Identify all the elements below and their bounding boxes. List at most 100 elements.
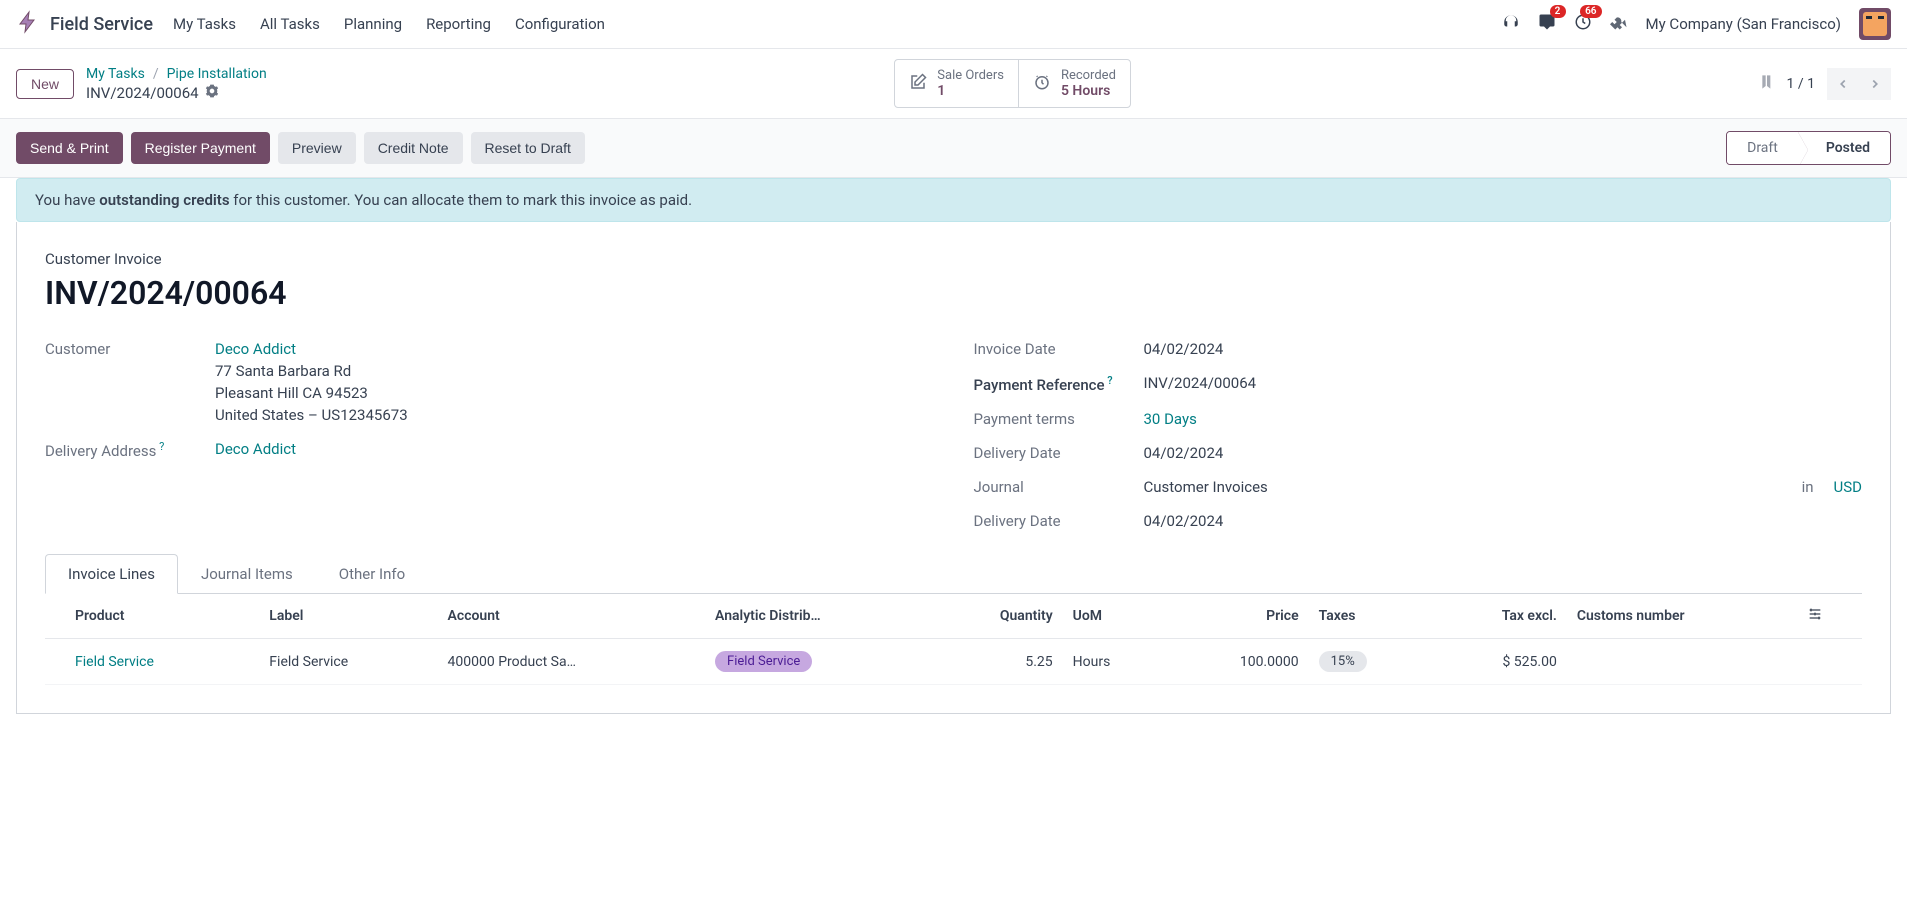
nav-configuration[interactable]: Configuration [515,15,605,33]
invoice-date-value: 04/02/2024 [1144,340,1863,358]
cell-price[interactable]: 100.0000 [1167,639,1309,685]
register-payment-button[interactable]: Register Payment [131,132,270,164]
pager-prev[interactable] [1827,68,1859,100]
headset-icon[interactable] [1502,13,1520,35]
nav-links: My Tasks All Tasks Planning Reporting Co… [173,15,605,33]
tab-invoice-lines[interactable]: Invoice Lines [45,554,178,594]
reset-draft-button[interactable]: Reset to Draft [471,132,585,164]
tab-journal-items[interactable]: Journal Items [178,554,316,594]
send-print-button[interactable]: Send & Print [16,132,123,164]
cell-quantity[interactable]: 5.25 [931,639,1062,685]
chat-icon[interactable]: 2 [1538,13,1556,35]
th-taxes[interactable]: Taxes [1309,594,1432,639]
journal-value: Customer Invoices [1144,478,1782,496]
cell-uom[interactable]: Hours [1063,639,1167,685]
stat-recorded-label: Recorded [1061,68,1116,83]
tools-icon[interactable] [1610,13,1628,35]
invoice-lines-table: Product Label Account Analytic Distrib… … [45,594,1862,685]
stat-sale-orders-value: 1 [937,83,1004,99]
th-price[interactable]: Price [1167,594,1309,639]
content-area: You have outstanding credits for this cu… [0,178,1907,730]
journal-currency[interactable]: USD [1834,478,1862,496]
action-bar: Send & Print Register Payment Preview Cr… [0,118,1907,178]
top-navbar: Field Service My Tasks All Tasks Plannin… [0,0,1907,49]
stat-recorded-value: 5 Hours [1061,83,1116,99]
status-posted[interactable]: Posted [1798,132,1890,164]
customer-link[interactable]: Deco Addict [215,340,296,358]
breadcrumb-my-tasks[interactable]: My Tasks [86,66,145,82]
delivery-date-label: Delivery Date [974,444,1124,462]
company-selector[interactable]: My Company (San Francisco) [1646,15,1841,33]
timer-icon [1033,73,1051,95]
user-avatar[interactable] [1859,8,1891,40]
clock-icon[interactable]: 66 [1574,13,1592,35]
th-analytic[interactable]: Analytic Distrib… [705,594,931,639]
cell-product[interactable]: Field Service [75,654,154,670]
status-indicator: Draft Posted [1726,131,1891,165]
th-tax-excl[interactable]: Tax excl. [1431,594,1566,639]
table-row[interactable]: Field Service Field Service 400000 Produ… [45,639,1862,685]
bookmark-icon[interactable] [1759,72,1775,96]
journal-label: Journal [974,478,1124,496]
payment-terms-label: Payment terms [974,410,1124,428]
cell-taxes-tag[interactable]: 15% [1319,651,1367,672]
nav-reporting[interactable]: Reporting [426,15,491,33]
cell-analytic-tag[interactable]: Field Service [715,651,812,672]
nav-all-tasks[interactable]: All Tasks [260,15,320,33]
cell-account[interactable]: 400000 Product Sa… [438,639,706,685]
delivery-address-link[interactable]: Deco Addict [215,440,296,458]
th-account[interactable]: Account [438,594,706,639]
th-product[interactable]: Product [45,594,259,639]
doc-type-label: Customer Invoice [45,250,1862,268]
th-settings[interactable] [1797,594,1862,639]
credit-note-button[interactable]: Credit Note [364,132,463,164]
app-logo[interactable]: Field Service [16,10,153,39]
breadcrumb-bar: New My Tasks / Pipe Installation INV/202… [0,49,1907,118]
delivery-date2-label: Delivery Date [974,512,1124,530]
delivery-address-label: Delivery Address ? [45,440,195,460]
table-header-row: Product Label Account Analytic Distrib… … [45,594,1862,639]
th-quantity[interactable]: Quantity [931,594,1062,639]
nav-planning[interactable]: Planning [344,15,402,33]
th-uom[interactable]: UoM [1063,594,1167,639]
stat-recorded[interactable]: Recorded 5 Hours [1018,60,1130,107]
help-icon[interactable]: ? [156,440,164,453]
cell-label[interactable]: Field Service [259,639,437,685]
nav-my-tasks[interactable]: My Tasks [173,15,236,33]
form-sheet: Customer Invoice INV/2024/00064 Customer… [16,222,1891,714]
status-draft[interactable]: Draft [1727,132,1798,164]
customer-value: Deco Addict 77 Santa Barbara Rd Pleasant… [215,340,934,424]
cell-tax-excl: $ 525.00 [1431,639,1566,685]
cell-customs[interactable] [1567,639,1797,685]
address-country: United States – US12345673 [215,406,934,424]
new-button[interactable]: New [16,69,74,99]
tab-other-info[interactable]: Other Info [316,554,428,594]
stat-sale-orders-label: Sale Orders [937,68,1004,83]
gear-icon[interactable] [205,84,219,102]
breadcrumbs: My Tasks / Pipe Installation INV/2024/00… [86,66,267,102]
alert-prefix: You have [35,191,99,209]
fields-grid: Customer Deco Addict 77 Santa Barbara Rd… [45,340,1862,530]
alert-bold: outstanding credits [99,191,229,209]
payment-ref-value[interactable]: INV/2024/00064 [1144,374,1863,392]
breadcrumb-pipe-installation[interactable]: Pipe Installation [167,66,267,82]
bolt-icon [16,10,40,39]
stat-sale-orders[interactable]: Sale Orders 1 [895,60,1018,107]
preview-button[interactable]: Preview [278,132,356,164]
payment-ref-label: Payment Reference ? [974,374,1124,394]
navbar-right: 2 66 My Company (San Francisco) [1502,8,1891,40]
clock-badge: 66 [1580,5,1601,18]
pager-text: 1 / 1 [1787,76,1815,92]
notebook-tabs: Invoice Lines Journal Items Other Info [45,554,1862,594]
edit-icon [909,73,927,95]
th-label[interactable]: Label [259,594,437,639]
pager-next[interactable] [1859,68,1891,100]
help-icon[interactable]: ? [1105,374,1113,387]
navbar-left: Field Service My Tasks All Tasks Plannin… [16,10,605,39]
alert-outstanding-credits[interactable]: You have outstanding credits for this cu… [16,178,1891,222]
payment-terms-link[interactable]: 30 Days [1144,410,1197,428]
th-customs[interactable]: Customs number [1567,594,1797,639]
invoice-date-label: Invoice Date [974,340,1124,358]
journal-in: in [1802,478,1814,496]
pager-area: 1 / 1 [1759,68,1891,100]
